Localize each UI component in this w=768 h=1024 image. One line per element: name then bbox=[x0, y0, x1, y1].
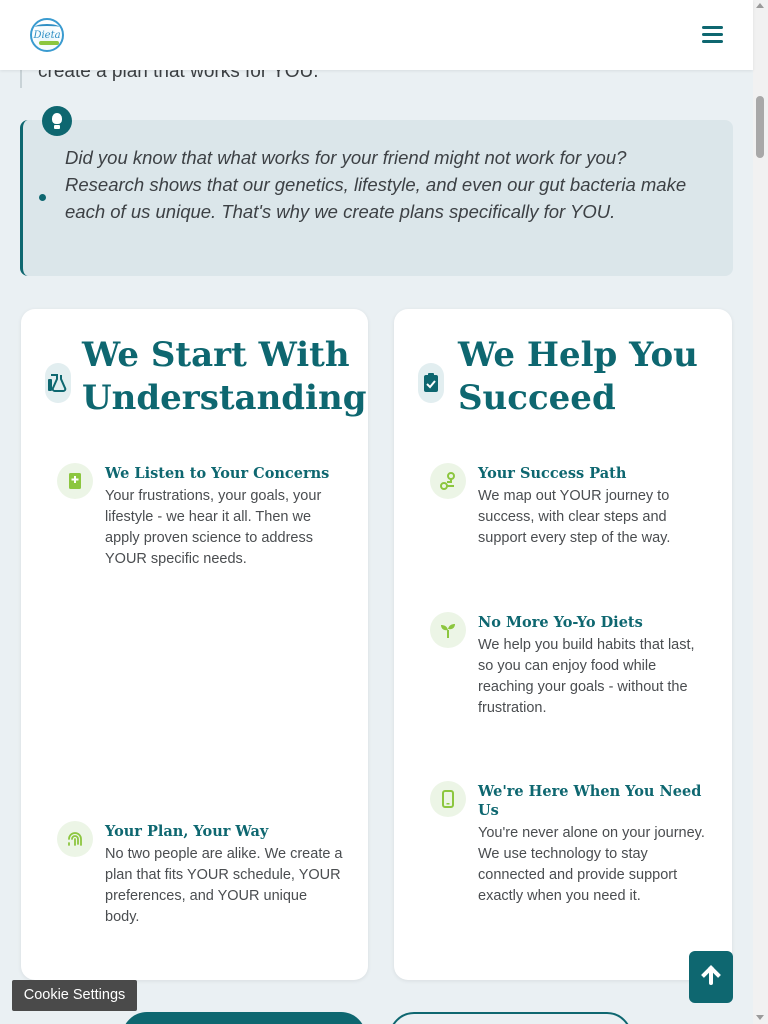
card-title-line: Succeed bbox=[458, 378, 616, 418]
logo-text: Dieta bbox=[33, 30, 61, 41]
feature-description: You're never alone on your journey. We u… bbox=[478, 825, 705, 904]
feature-title-line: We're Here When You Need bbox=[478, 783, 702, 800]
hamburger-icon-line bbox=[702, 40, 723, 43]
fingerprint-icon bbox=[57, 821, 93, 857]
back-to-top-button[interactable] bbox=[689, 951, 733, 1003]
site-logo[interactable]: Dieta bbox=[30, 18, 64, 52]
hamburger-icon-line bbox=[702, 33, 723, 36]
cta-secondary-button[interactable] bbox=[389, 1012, 632, 1024]
card-understanding: We Start With Understanding We Listen to… bbox=[21, 309, 368, 980]
page-scrollbar[interactable] bbox=[753, 0, 768, 1024]
flask-icon bbox=[45, 363, 71, 403]
logo-leaf-icon bbox=[39, 41, 59, 45]
card-succeed: We Help You Succeed Your Success Path We… bbox=[394, 309, 732, 980]
mobile-icon bbox=[430, 781, 466, 817]
scrollbar-thumb[interactable] bbox=[756, 96, 764, 158]
did-you-know-box: Did you know that what works for your fr… bbox=[20, 106, 733, 276]
card-title-line: We Start With bbox=[82, 335, 350, 375]
feature-description: Your frustrations, your goals, your life… bbox=[105, 488, 322, 567]
feature-title: Your Success Path bbox=[478, 465, 627, 482]
scroll-up-icon[interactable] bbox=[756, 3, 764, 8]
page: create a plan that works for YOU. Dieta … bbox=[0, 0, 768, 1024]
hamburger-icon bbox=[702, 26, 723, 29]
route-icon bbox=[430, 463, 466, 499]
cta-primary-button[interactable] bbox=[122, 1012, 366, 1024]
cookie-settings-button[interactable]: Cookie Settings bbox=[12, 980, 137, 1011]
clipboard-check-icon bbox=[418, 363, 444, 403]
lightbulb-icon bbox=[42, 106, 72, 136]
seedling-icon bbox=[430, 612, 466, 648]
card-title: We Help You Succeed bbox=[458, 334, 718, 420]
card-title: We Start With Understanding bbox=[82, 334, 367, 420]
feature-title-line: Us bbox=[478, 802, 499, 819]
arrow-up-icon-shaft bbox=[709, 969, 713, 985]
book-plus-icon bbox=[57, 463, 93, 499]
feature-title: We Listen to Your Concerns bbox=[105, 465, 330, 482]
card-title-line: We Help You bbox=[458, 335, 698, 375]
card-title-line: Understanding bbox=[82, 378, 367, 418]
hamburger-menu-button[interactable] bbox=[700, 23, 726, 47]
bullet-dot bbox=[39, 194, 46, 201]
feature-description: We help you build habits that last, so y… bbox=[478, 637, 695, 716]
feature-title: Your Plan, Your Way bbox=[105, 823, 269, 840]
feature-title: No More Yo-Yo Diets bbox=[478, 614, 643, 631]
feature-description: No two people are alike. We create a pla… bbox=[105, 846, 343, 925]
site-header: Dieta bbox=[0, 0, 753, 70]
scroll-down-icon[interactable] bbox=[756, 1015, 764, 1020]
did-you-know-text: Did you know that what works for your fr… bbox=[65, 147, 687, 222]
feature-description: We map out YOUR journey to success, with… bbox=[478, 488, 671, 546]
feature-title: We're Here When You Need Us bbox=[478, 782, 708, 820]
